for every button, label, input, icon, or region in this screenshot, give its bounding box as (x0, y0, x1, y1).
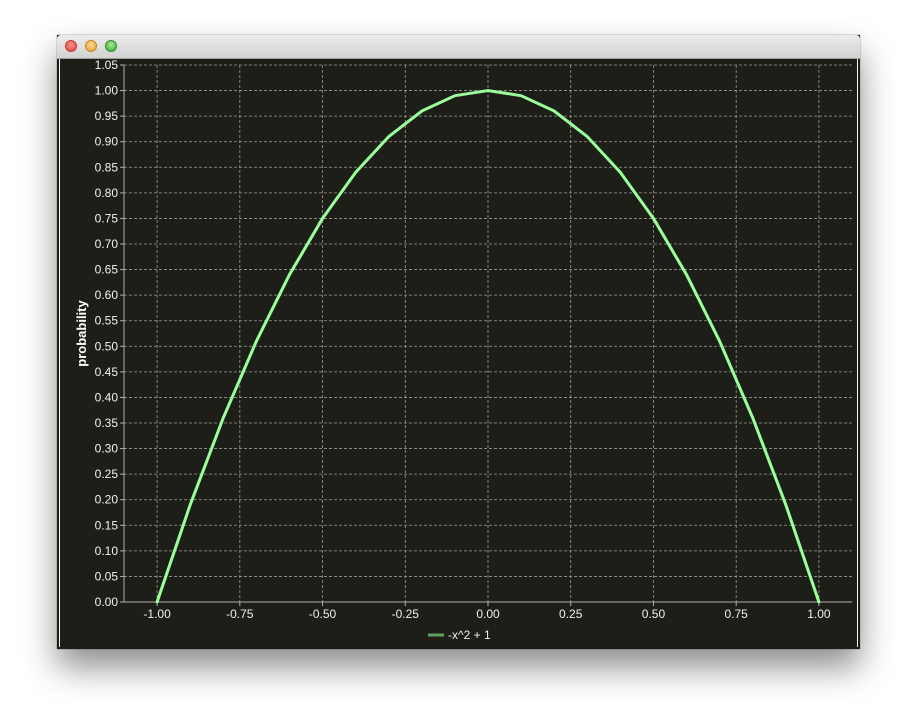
y-tick-label: 0.20 (95, 493, 119, 507)
chart-window: 0.00 0.05 0.10 0.15 0.20 0.25 0.30 0.35 0.40 0.45… (57, 35, 860, 649)
y-tick-label: 0.95 (95, 109, 119, 123)
y-tick-label: 0.00 (95, 595, 119, 609)
y-tick-label: 0.85 (95, 160, 119, 174)
y-tick-label: 1.05 (95, 59, 119, 72)
y-tick-label: 0.05 (95, 569, 119, 583)
y-axis-title: probability (74, 300, 89, 367)
x-tick-label: 0.00 (476, 607, 500, 621)
y-tick-label: 0.35 (95, 416, 119, 430)
line-chart: 0.00 0.05 0.10 0.15 0.20 0.25 0.30 0.35 0.40 0.45… (74, 59, 852, 642)
x-tick-label: 0.25 (559, 607, 583, 621)
y-tick-label: 1.00 (95, 84, 119, 98)
y-tick-label: 0.80 (95, 186, 119, 200)
window-titlebar[interactable] (57, 35, 860, 59)
x-tick-label: -1.00 (143, 607, 171, 621)
minimize-button-icon[interactable] (85, 40, 97, 52)
y-tick-label: 0.45 (95, 365, 119, 379)
y-tick-label: 0.90 (95, 135, 119, 149)
y-tick-label: 0.40 (95, 390, 119, 404)
y-tick-label: 0.15 (95, 518, 119, 532)
legend-label: -x^2 + 1 (448, 628, 491, 642)
y-tick-label: 0.75 (95, 211, 119, 225)
y-tick-label: 0.50 (95, 339, 119, 353)
zoom-button-icon[interactable] (105, 40, 117, 52)
y-tick-label: 0.30 (95, 442, 119, 456)
y-tick-label: 0.70 (95, 237, 119, 251)
x-tick-label: 1.00 (807, 607, 831, 621)
x-tick-label: -0.25 (392, 607, 420, 621)
y-tick-label: 0.10 (95, 544, 119, 558)
x-tick-label: 0.50 (642, 607, 666, 621)
y-tick-label: 0.25 (95, 467, 119, 481)
x-tick-label: -0.50 (309, 607, 337, 621)
x-tick-label: 0.75 (725, 607, 749, 621)
x-tick-label: -0.75 (226, 607, 254, 621)
close-button-icon[interactable] (65, 40, 77, 52)
y-tick-label: 0.60 (95, 288, 119, 302)
chart-panel: 0.00 0.05 0.10 0.15 0.20 0.25 0.30 0.35 0.40 0.45… (59, 59, 858, 647)
y-tick-label: 0.65 (95, 263, 119, 277)
y-tick-label: 0.55 (95, 314, 119, 328)
